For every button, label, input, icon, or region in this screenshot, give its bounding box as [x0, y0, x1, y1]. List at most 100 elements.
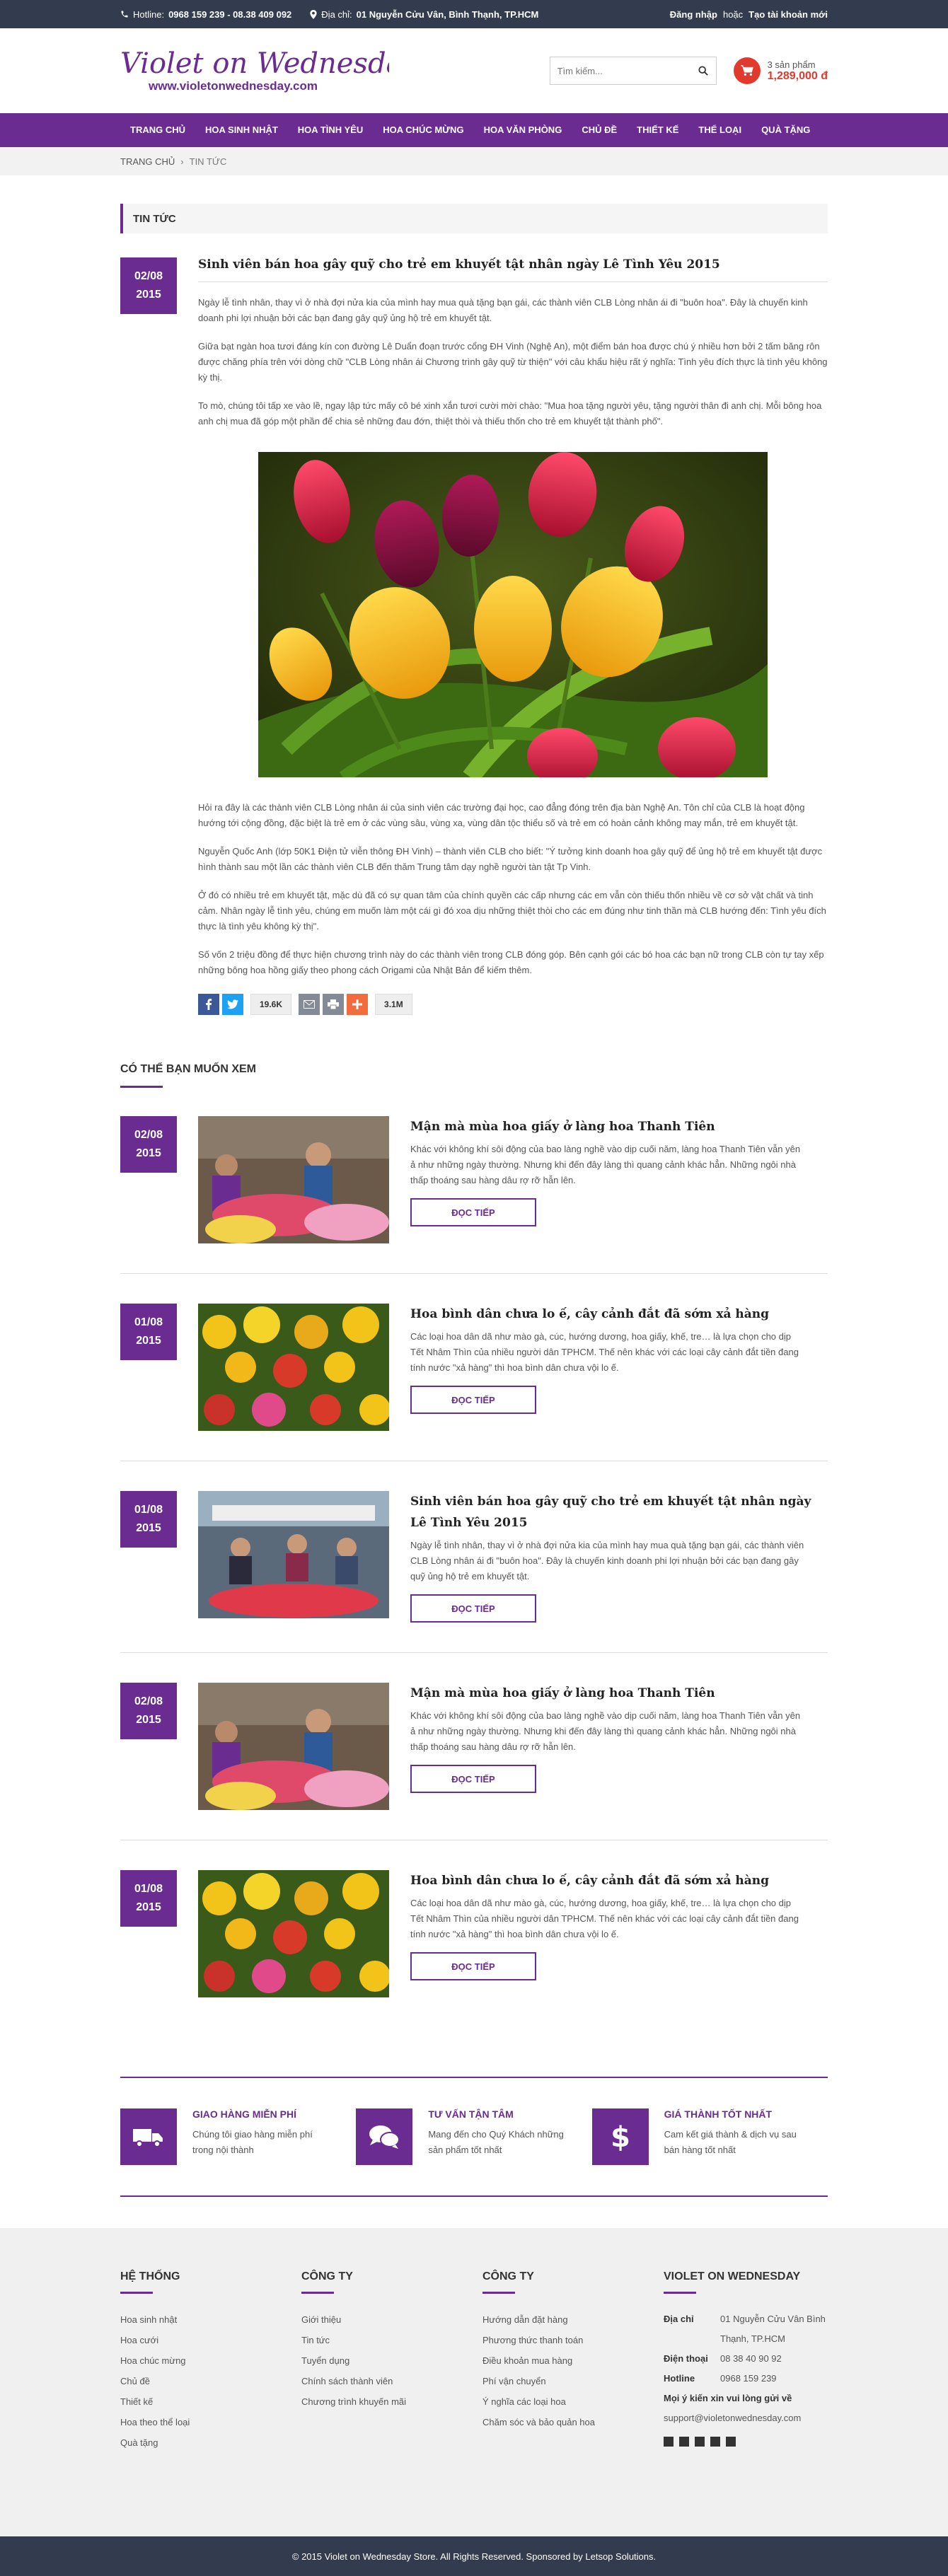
- footer-col-underline: [301, 2292, 334, 2294]
- service-title: GIAO HÀNG MIỄN PHÍ: [192, 2108, 297, 2120]
- footer-col-underline: [120, 2292, 153, 2294]
- service-title: TƯ VẤN TẬN TÂM: [428, 2108, 514, 2120]
- nav-category[interactable]: THỂ LOẠI: [688, 113, 751, 147]
- service-free-shipping: GIAO HÀNG MIỄN PHÍ Chúng tôi giao hàng m…: [120, 2108, 356, 2165]
- related-thumbnail[interactable]: [198, 1304, 389, 1431]
- nav-congrats[interactable]: HOA CHÚC MỪNG: [373, 113, 473, 147]
- related-title[interactable]: Hoa bình dân chưa lo ế, cây cảnh đắt đã …: [410, 1304, 828, 1325]
- footer-link[interactable]: Hoa chúc mừng: [120, 2350, 301, 2371]
- footer-link[interactable]: Quà tặng: [120, 2432, 301, 2453]
- footer: HỆ THỐNG Hoa sinh nhật Hoa cưới Hoa chúc…: [0, 2228, 948, 2536]
- related-date-year: 2015: [136, 1901, 161, 1913]
- article-date-day: 02/08: [134, 270, 163, 282]
- footer-col-title: CÔNG TY: [482, 2270, 534, 2282]
- footer-hotline-row: Hotline 0968 159 239: [664, 2369, 828, 2389]
- address-label: Địa chỉ:: [321, 8, 352, 20]
- logo-url: www.violetonwednesday.com: [148, 79, 318, 93]
- footer-link[interactable]: Chương trình khuyến mãi: [301, 2391, 482, 2412]
- dollar-icon: $: [611, 2121, 630, 2152]
- footer-link[interactable]: Chăm sóc và bảo quản hoa: [482, 2412, 664, 2432]
- related-date: 02/08 2015: [120, 1683, 177, 1739]
- related-date-day: 02/08: [134, 1129, 163, 1141]
- print-button[interactable]: [323, 994, 345, 1015]
- nav-design[interactable]: THIẾT KẾ: [627, 113, 688, 147]
- breadcrumb-home[interactable]: TRANG CHỦ: [120, 156, 175, 167]
- email-share-button[interactable]: [299, 994, 320, 1015]
- search-button[interactable]: [690, 57, 716, 84]
- services-strip: GIAO HÀNG MIỄN PHÍ Chúng tôi giao hàng m…: [120, 2077, 828, 2197]
- copyright-text: © 2015 Violet on Wednesday Store. All Ri…: [291, 2551, 657, 2562]
- footer-link[interactable]: Điều khoản mua hàng: [482, 2350, 664, 2371]
- footer-link[interactable]: Tuyển dụng: [301, 2350, 482, 2371]
- service-description: Cam kết giá thành & dịch vụ sau bán hàng…: [664, 2129, 797, 2155]
- service-description: Mang đến cho Quý Khách những sản phẩm tố…: [428, 2129, 564, 2155]
- service-icon-wrap: [356, 2108, 413, 2165]
- related-item: 01/08 2015 Sinh viên bán hoa gây quỹ cho…: [120, 1461, 828, 1653]
- read-more-button[interactable]: ĐỌC TIẾP: [410, 1952, 536, 1980]
- nav-topics[interactable]: CHỦ ĐỀ: [572, 113, 627, 147]
- article-paragraph: To mò, chúng tôi tấp xe vào lề, ngay lập…: [198, 400, 822, 427]
- related-title[interactable]: Mận mà mùa hoa giấy ở làng hoa Thanh Tiê…: [410, 1683, 828, 1704]
- footer-link[interactable]: Hoa theo thể loại: [120, 2412, 301, 2432]
- article-paragraph: Số vốn 2 triệu đồng để thực hiện chương …: [198, 949, 824, 975]
- related-thumbnail[interactable]: [198, 1116, 389, 1243]
- related-thumbnail[interactable]: [198, 1870, 389, 1997]
- login-link[interactable]: Đăng nhập: [670, 9, 717, 20]
- search-icon: [698, 66, 708, 76]
- related-title[interactable]: Mận mà mùa hoa giấy ở làng hoa Thanh Tiê…: [410, 1116, 828, 1137]
- related-heading: CÓ THỂ BẠN MUỐN XEM: [120, 1063, 256, 1075]
- footer-link[interactable]: Phí vận chuyển: [482, 2371, 664, 2391]
- instagram-icon[interactable]: [726, 2437, 736, 2447]
- nav-home[interactable]: TRANG CHỦ: [120, 113, 195, 147]
- footer-col-underline: [482, 2292, 515, 2294]
- related-thumbnail[interactable]: [198, 1683, 389, 1810]
- footer-link[interactable]: Hoa sinh nhật: [120, 2309, 301, 2330]
- nav-gifts[interactable]: QUÀ TẶNG: [751, 113, 820, 147]
- footer-email[interactable]: support@violetonwednesday.com: [664, 2408, 828, 2428]
- nav-love[interactable]: HOA TÌNH YÊU: [288, 113, 373, 147]
- service-consulting: TƯ VẤN TẬN TÂM Mang đến cho Quý Khách nh…: [356, 2108, 591, 2165]
- nav-birthday[interactable]: HOA SINH NHẬT: [195, 113, 288, 147]
- read-more-button[interactable]: ĐỌC TIẾP: [410, 1198, 536, 1226]
- footer-col-underline: [664, 2292, 696, 2294]
- footer-col-title: HỆ THỐNG: [120, 2270, 180, 2282]
- footer-link[interactable]: Chủ đề: [120, 2371, 301, 2391]
- related-title[interactable]: Sinh viên bán hoa gây quỹ cho trẻ em khu…: [410, 1491, 828, 1533]
- footer-link[interactable]: Giới thiệu: [301, 2309, 482, 2330]
- more-share-button[interactable]: [347, 994, 369, 1015]
- footer-link[interactable]: Thiết kế: [120, 2391, 301, 2412]
- breadcrumb: TRANG CHỦ › TIN TỨC: [0, 147, 948, 175]
- facebook-icon[interactable]: [664, 2437, 674, 2447]
- copyright-bar: © 2015 Violet on Wednesday Store. All Ri…: [0, 2536, 948, 2576]
- nav-office[interactable]: HOA VĂN PHÒNG: [474, 113, 572, 147]
- related-thumbnail[interactable]: [198, 1491, 389, 1618]
- article-paragraph: Hỏi ra đây là các thành viên CLB Lòng nh…: [198, 802, 805, 828]
- facebook-share-button[interactable]: [198, 994, 219, 1015]
- footer-link[interactable]: Ý nghĩa các loại hoa: [482, 2391, 664, 2412]
- related-title[interactable]: Hoa bình dân chưa lo ế, cây cảnh đắt đã …: [410, 1870, 828, 1891]
- footer-link[interactable]: Chính sách thành viên: [301, 2371, 482, 2391]
- google-plus-icon[interactable]: [679, 2437, 689, 2447]
- read-more-button[interactable]: ĐỌC TIẾP: [410, 1765, 536, 1793]
- article-date: 02/08 2015: [120, 257, 177, 314]
- read-more-button[interactable]: ĐỌC TIẾP: [410, 1594, 536, 1623]
- search-input[interactable]: [550, 57, 690, 84]
- service-title: GIÁ THÀNH TỐT NHẤT: [664, 2108, 773, 2120]
- related-date-day: 01/08: [134, 1504, 163, 1516]
- twitter-share-button[interactable]: [222, 994, 243, 1015]
- footer-link[interactable]: Phương thức thanh toán: [482, 2330, 664, 2350]
- youtube-icon[interactable]: [695, 2437, 705, 2447]
- related-date: 02/08 2015: [120, 1116, 177, 1173]
- footer-phone-row: Điện thoại 08 38 40 90 92: [664, 2349, 828, 2369]
- site-logo[interactable]: Violet on Wednesday www.violetonwednesda…: [120, 46, 389, 95]
- footer-link[interactable]: Hoa cưới: [120, 2330, 301, 2350]
- register-link[interactable]: Tạo tài khoản mới: [748, 9, 828, 20]
- footer-link[interactable]: Hướng dẫn đặt hàng: [482, 2309, 664, 2330]
- footer-col-title: VIOLET ON WEDNESDAY: [664, 2270, 801, 2282]
- footer-link[interactable]: Tin tức: [301, 2330, 482, 2350]
- cart[interactable]: 3 sản phẩm 1,289,000 đ: [733, 57, 828, 84]
- twitter-icon[interactable]: [710, 2437, 720, 2447]
- share-bar: 19.6K 3.1M: [198, 994, 828, 1015]
- read-more-button[interactable]: ĐỌC TIẾP: [410, 1386, 536, 1414]
- footer-col-title: CÔNG TY: [301, 2270, 353, 2282]
